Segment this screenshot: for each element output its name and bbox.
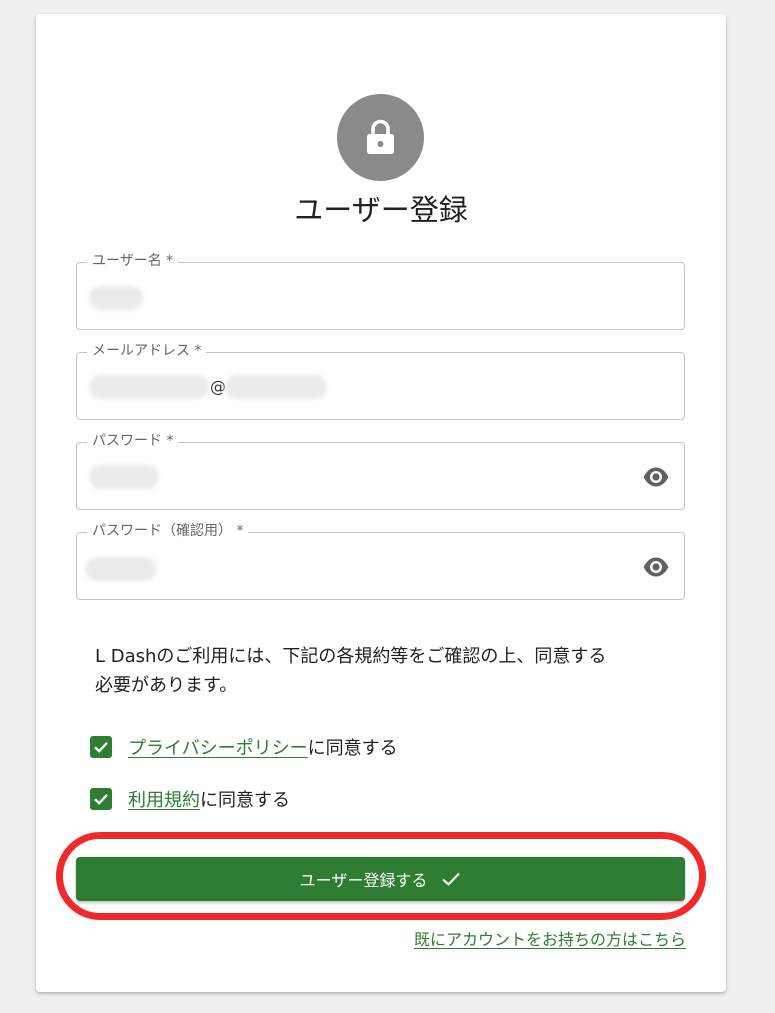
register-button[interactable]: ユーザー登録する [76, 857, 685, 901]
password-label: パスワード * [87, 432, 179, 450]
email-field[interactable]: メールアドレス * @ [76, 342, 685, 420]
checkmark-icon [94, 793, 108, 805]
signup-card: ユーザー登録 ユーザー名 * メールアドレス * @ パスワード * パスワード… [36, 14, 726, 992]
visibility-icon[interactable] [642, 466, 670, 488]
privacy-policy-link[interactable]: プライバシーポリシー [128, 734, 308, 760]
page-title: ユーザー登録 [294, 193, 468, 227]
email-at-sign: @ [210, 377, 226, 396]
email-local-redacted [89, 375, 209, 399]
privacy-agreement-row: プライバシーポリシー に同意する [90, 733, 398, 761]
email-domain-redacted [225, 375, 327, 399]
terms-of-use-link[interactable]: 利用規約 [128, 786, 200, 812]
password-confirm-field[interactable]: パスワード（確認用） * [76, 522, 685, 600]
username-value-redacted [89, 286, 143, 310]
privacy-checkbox[interactable] [90, 736, 112, 758]
terms-notice-line-1: L Dashのご利用には、下記の各規約等をご確認の上、同意する [95, 646, 607, 667]
password-field[interactable]: パスワード * [76, 432, 685, 510]
terms-notice-line-2: 必要があります。 [95, 675, 238, 696]
password-confirm-label: パスワード（確認用） * [87, 522, 249, 540]
username-label: ユーザー名 * [87, 252, 179, 270]
check-icon [442, 872, 461, 886]
email-label: メールアドレス * [87, 342, 207, 360]
terms-agree-text: に同意する [200, 790, 290, 811]
terms-agreement-row: 利用規約 に同意する [90, 785, 290, 813]
existing-account-login-link[interactable]: 既にアカウントをお持ちの方はこちら [414, 926, 686, 950]
register-button-label: ユーザー登録する [299, 871, 428, 890]
checkmark-icon [94, 741, 108, 753]
username-field[interactable]: ユーザー名 * [76, 252, 685, 330]
privacy-agree-text: に同意する [307, 738, 398, 759]
visibility-icon[interactable] [642, 556, 670, 578]
password-value-redacted [89, 465, 159, 489]
terms-notice: L Dashのご利用には、下記の各規約等をご確認の上、同意する 必要があります。 [95, 642, 695, 700]
lock-icon [367, 119, 394, 154]
terms-checkbox[interactable] [90, 788, 112, 810]
password-confirm-value-redacted [85, 557, 157, 581]
lock-avatar [337, 94, 424, 181]
